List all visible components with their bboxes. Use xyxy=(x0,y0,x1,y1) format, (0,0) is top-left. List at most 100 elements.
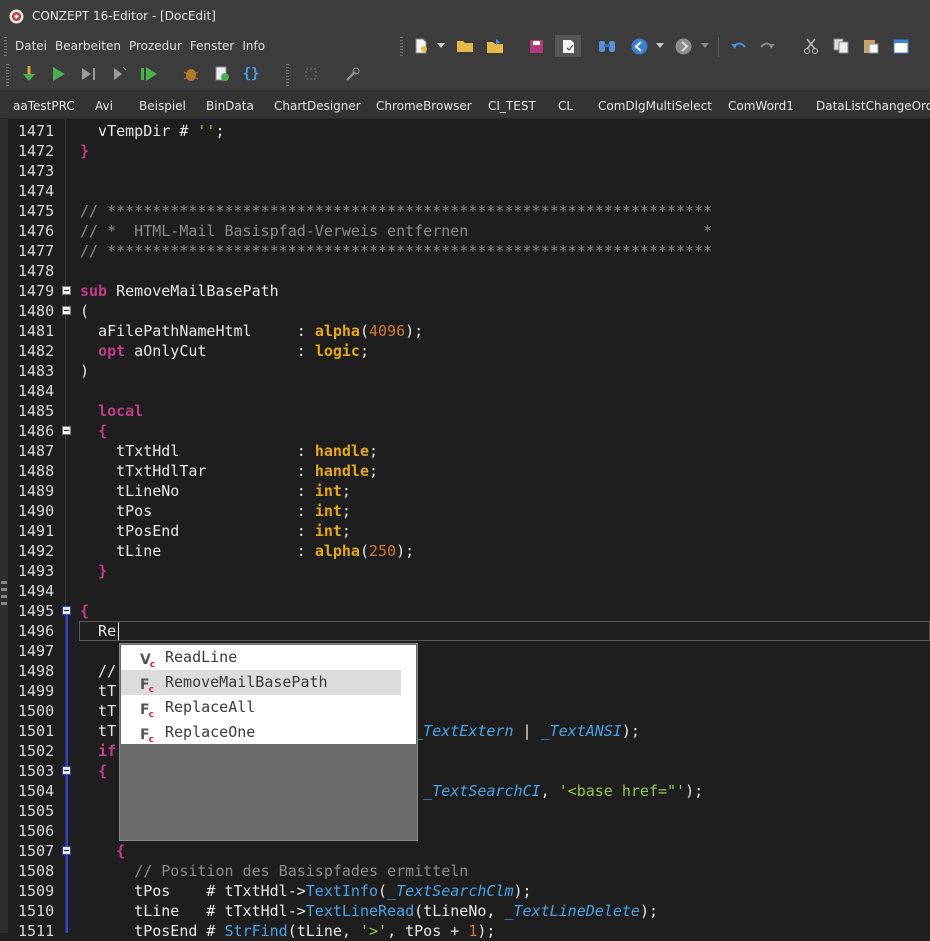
menu-prozedur[interactable]: Prozedur xyxy=(128,39,183,53)
tab-beispiel[interactable]: Beispiel xyxy=(139,99,186,113)
run-icon[interactable] xyxy=(50,65,68,83)
code-line[interactable]: 1511 tPosEnd # StrFind(tLine, '>', tPos … xyxy=(0,921,930,941)
tab-comdlgmultiselect[interactable]: ComDlgMultiSelect xyxy=(598,99,712,113)
code-line[interactable]: 1475 // *********************************… xyxy=(0,201,930,221)
step-into-icon[interactable] xyxy=(110,65,128,83)
redo-icon[interactable] xyxy=(758,37,776,55)
code-line[interactable]: 1481 aFilePathNameHtml : alpha(4096); xyxy=(0,321,930,341)
chevron-down-icon[interactable] xyxy=(432,37,450,55)
chevron-down-icon[interactable] xyxy=(696,37,714,55)
code-line[interactable]: 1473 xyxy=(0,161,930,181)
menu-datei[interactable]: Datei xyxy=(14,39,48,53)
code-line[interactable]: 1486 { xyxy=(0,421,930,441)
cut-icon[interactable] xyxy=(802,37,820,55)
run-all-icon[interactable] xyxy=(140,65,158,83)
tab-aatestprc[interactable]: aaTestPRC xyxy=(13,99,75,113)
tab-cl[interactable]: CL xyxy=(558,99,573,113)
code-line[interactable]: 1489 tLineNo : int; xyxy=(0,481,930,501)
code-line[interactable]: 1485 local xyxy=(0,401,930,421)
autocomplete-item[interactable]: Vc ReadLine xyxy=(121,645,401,670)
compile-icon[interactable] xyxy=(20,65,38,83)
tab-chromebrowser[interactable]: ChromeBrowser xyxy=(376,99,472,113)
toolbar-grip[interactable] xyxy=(286,64,289,86)
autocomplete-item-selected[interactable]: Fc RemoveMailBasePath xyxy=(121,670,401,695)
line-code: // Position des Basispfades ermitteln xyxy=(134,862,469,880)
paste-icon[interactable] xyxy=(862,37,880,55)
menu-bearbeiten[interactable]: Bearbeiten xyxy=(54,39,122,53)
line-number: 1475 xyxy=(18,202,55,220)
fold-toggle-icon[interactable] xyxy=(62,846,71,855)
menu-fenster[interactable]: Fenster xyxy=(189,39,236,53)
fold-toggle-icon[interactable] xyxy=(62,306,71,315)
calendar-icon[interactable] xyxy=(892,37,910,55)
code-line[interactable]: 1480 ( xyxy=(0,301,930,321)
code-line[interactable]: 1510 tLine # tTxtHdl->TextLineRead(tLine… xyxy=(0,901,930,921)
autocomplete-list[interactable]: Vc ReadLine Fc RemoveMailBasePath Fc Rep… xyxy=(121,645,401,745)
code-line[interactable]: 1492 tLine : alpha(250); xyxy=(0,541,930,561)
breakpoint-icon[interactable] xyxy=(302,65,320,83)
code-line[interactable]: 1493 } xyxy=(0,561,930,581)
copy-icon[interactable] xyxy=(832,37,850,55)
code-line[interactable]: 1477 // *********************************… xyxy=(0,241,930,261)
chevron-down-icon[interactable] xyxy=(651,37,669,55)
fold-toggle-icon[interactable] xyxy=(62,606,71,615)
toolbar-grip[interactable] xyxy=(400,37,403,57)
nav-forward-icon[interactable] xyxy=(674,37,692,55)
code-line[interactable]: 1476 // * HTML-Mail Basispfad-Verweis ent… xyxy=(0,221,930,241)
code-line[interactable]: 1488 tTxtHdlTar : handle; xyxy=(0,461,930,481)
code-line[interactable]: 1495 { xyxy=(0,601,930,621)
nav-back-icon[interactable] xyxy=(630,37,648,55)
code-line[interactable]: 1484 xyxy=(0,381,930,401)
code-line[interactable]: 1494 xyxy=(0,581,930,601)
autocomplete-item[interactable]: Fc ReplaceAll xyxy=(121,695,401,720)
tools-icon[interactable] xyxy=(344,65,362,83)
tab-chartdesigner[interactable]: ChartDesigner xyxy=(274,99,361,113)
code-line[interactable]: 1483) xyxy=(0,361,930,381)
code-line[interactable]: 1482 opt aOnlyCut : logic; xyxy=(0,341,930,361)
line-code: local xyxy=(98,402,144,420)
autocomplete-item[interactable]: Fc ReplaceOne xyxy=(121,720,401,745)
code-line[interactable]: 1478 xyxy=(0,261,930,281)
find-icon[interactable] xyxy=(598,37,616,55)
autocomplete-popup[interactable]: Vc ReadLine Fc RemoveMailBasePath Fc Rep… xyxy=(119,643,418,841)
fold-toggle-icon[interactable] xyxy=(62,766,71,775)
open-folder-icon[interactable] xyxy=(456,37,474,55)
code-line[interactable]: 1507 { xyxy=(0,841,930,861)
code-line[interactable]: 1471 vTempDir # ''; xyxy=(0,121,930,141)
undo-icon[interactable] xyxy=(730,37,748,55)
open-recent-icon[interactable] xyxy=(486,37,504,55)
save-icon[interactable] xyxy=(527,37,545,55)
new-doc-icon[interactable] xyxy=(412,37,430,55)
window-title: CONZEPT 16-Editor - [DocEdit] xyxy=(32,9,216,23)
code-line[interactable]: 1490 tPos : int; xyxy=(0,501,930,521)
code-line[interactable]: 1479 sub RemoveMailBasePath xyxy=(0,281,930,301)
checkout-icon[interactable] xyxy=(555,35,581,57)
tab-ci-test[interactable]: CI_TEST xyxy=(488,99,536,113)
fold-toggle-icon[interactable] xyxy=(62,286,71,295)
tab-comword1[interactable]: ComWord1 xyxy=(728,99,794,113)
debug-icon[interactable] xyxy=(182,65,200,83)
braces-icon[interactable]: {} xyxy=(242,65,260,83)
code-line[interactable]: 1509 tPos # tTxtHdl->TextInfo(_TextSearc… xyxy=(0,881,930,901)
menu-info[interactable]: Info xyxy=(241,39,266,53)
code-line[interactable]: 1474 xyxy=(0,181,930,201)
toolbar-grip[interactable] xyxy=(6,64,9,86)
line-code: tPosEnd : int; xyxy=(80,522,351,540)
code-line[interactable]: 1472} xyxy=(0,141,930,161)
line-code: vTempDir # ''; xyxy=(80,122,225,140)
menu-grip[interactable] xyxy=(4,37,7,57)
fold-toggle-icon[interactable] xyxy=(62,426,71,435)
code-line[interactable]: 1496 Re xyxy=(0,621,930,641)
step-icon[interactable] xyxy=(80,65,98,83)
function-icon: Fc xyxy=(140,677,154,695)
check-icon[interactable] xyxy=(213,65,231,83)
tab-datalistchangeorder[interactable]: DataListChangeOrder xyxy=(816,99,930,113)
line-code: if xyxy=(98,742,117,760)
code-line[interactable]: 1487 tTxtHdl : handle; xyxy=(0,441,930,461)
tab-avi[interactable]: Avi xyxy=(95,99,113,113)
code-line[interactable]: 1508 // Position des Basispfades ermitte… xyxy=(0,861,930,881)
tab-bindata[interactable]: BinData xyxy=(206,99,254,113)
line-code: ( xyxy=(80,302,90,320)
line-code: tTxtHdlTar : handle; xyxy=(80,462,379,480)
code-line[interactable]: 1491 tPosEnd : int; xyxy=(0,521,930,541)
